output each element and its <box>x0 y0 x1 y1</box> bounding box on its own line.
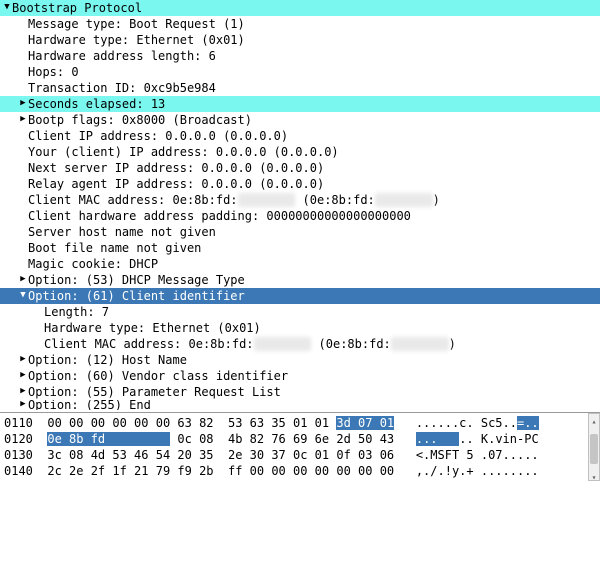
scroll-thumb[interactable] <box>590 434 598 464</box>
tree-label: Next server IP address: 0.0.0.0 (0.0.0.0… <box>28 160 324 176</box>
hex-bytes: 0c 08 4b 82 76 69 6e 2d 50 43 <box>170 432 394 446</box>
caret-right-icon: ▶ <box>18 367 28 383</box>
caret-right-icon: ▶ <box>18 400 28 410</box>
caret-right-icon: ▶ <box>18 351 28 367</box>
caret-right-icon: ▶ <box>18 383 28 399</box>
hex-offset: 0130 <box>4 448 33 462</box>
caret-right-icon: ▶ <box>18 95 28 111</box>
hex-offset: 0120 <box>4 432 33 446</box>
hex-bytes-selected: 0e 8b fd <box>47 432 170 446</box>
hex-scrollbar[interactable]: ▴ ▾ <box>588 413 600 481</box>
hex-offset: 0110 <box>4 416 33 430</box>
tree-label: Option: (255) End <box>28 400 151 410</box>
tree-item-server-host-name[interactable]: Server host name not given <box>0 224 600 240</box>
packet-detail-tree[interactable]: ▼Bootstrap Protocol Message type: Boot R… <box>0 0 600 410</box>
tree-item-option-55[interactable]: ▶Option: (55) Parameter Request List <box>0 384 600 400</box>
tree-item-option-61-length[interactable]: Length: 7 <box>0 304 600 320</box>
hex-bytes: 3c 08 4d 53 46 54 20 35 2e 30 37 0c 01 0… <box>47 448 394 462</box>
hex-ascii-selected: ... <box>416 432 459 446</box>
tree-item-seconds-elapsed[interactable]: ▶Seconds elapsed: 13 <box>0 96 600 112</box>
tree-label: Length: 7 <box>44 304 109 320</box>
tree-label: Bootstrap Protocol <box>12 0 142 16</box>
tree-item-client-ip[interactable]: Client IP address: 0.0.0.0 (0.0.0.0) <box>0 128 600 144</box>
tree-item-option-61-hw-type[interactable]: Hardware type: Ethernet (0x01) <box>0 320 600 336</box>
tree-item-option-53[interactable]: ▶Option: (53) DHCP Message Type <box>0 272 600 288</box>
tree-item-hops[interactable]: Hops: 0 <box>0 64 600 80</box>
tree-label: Client IP address: 0.0.0.0 (0.0.0.0) <box>28 128 288 144</box>
tree-label: Bootp flags: 0x8000 (Broadcast) <box>28 112 252 128</box>
tree-item-transaction-id[interactable]: Transaction ID: 0xc9b5e984 <box>0 80 600 96</box>
tree-label: Transaction ID: 0xc9b5e984 <box>28 80 216 96</box>
hex-bytes: 00 00 00 00 00 00 63 82 53 63 35 01 01 <box>47 416 336 430</box>
tree-label: Option: (53) DHCP Message Type <box>28 272 245 288</box>
caret-down-icon: ▼ <box>2 0 12 15</box>
tree-item-option-61-client-mac[interactable]: Client MAC address: 0e:8b:fd:xx:xx:xx (0… <box>0 336 600 352</box>
tree-item-client-hw-padding[interactable]: Client hardware address padding: 0000000… <box>0 208 600 224</box>
caret-down-icon: ▼ <box>18 287 28 303</box>
tree-label: Hardware address length: 6 <box>28 48 216 64</box>
tree-label: Server host name not given <box>28 224 216 240</box>
tree-label: Option: (61) Client identifier <box>28 288 245 304</box>
tree-item-boot-file-name[interactable]: Boot file name not given <box>0 240 600 256</box>
tree-label: Seconds elapsed: 13 <box>28 96 165 112</box>
tree-label: Hardware type: Ethernet (0x01) <box>44 320 261 336</box>
tree-item-client-mac[interactable]: Client MAC address: 0e:8b:fd:xx:xx:xx (0… <box>0 192 600 208</box>
caret-right-icon: ▶ <box>18 271 28 287</box>
hex-ascii-selected: =.. <box>517 416 539 430</box>
hex-ascii: .. K.vin-PC <box>459 431 538 447</box>
tree-item-your-ip[interactable]: Your (client) IP address: 0.0.0.0 (0.0.0… <box>0 144 600 160</box>
tree-item-next-server-ip[interactable]: Next server IP address: 0.0.0.0 (0.0.0.0… <box>0 160 600 176</box>
tree-label: Option: (60) Vendor class identifier <box>28 368 288 384</box>
tree-item-message-type[interactable]: Message type: Boot Request (1) <box>0 16 600 32</box>
tree-item-relay-ip[interactable]: Relay agent IP address: 0.0.0.0 (0.0.0.0… <box>0 176 600 192</box>
tree-label: Relay agent IP address: 0.0.0.0 (0.0.0.0… <box>28 176 324 192</box>
tree-label: Option: (12) Host Name <box>28 352 187 368</box>
hex-offset: 0140 <box>4 464 33 478</box>
scroll-down-icon[interactable]: ▾ <box>589 470 599 480</box>
hex-ascii: ,./.!y.+ ........ <box>416 463 539 479</box>
tree-label: Message type: Boot Request (1) <box>28 16 245 32</box>
tree-item-option-255[interactable]: ▶Option: (255) End <box>0 400 600 410</box>
tree-item-bootp-flags[interactable]: ▶Bootp flags: 0x8000 (Broadcast) <box>0 112 600 128</box>
tree-label: Client MAC address: 0e:8b:fd:xx:xx:xx (0… <box>28 192 440 208</box>
tree-root-bootstrap-protocol[interactable]: ▼Bootstrap Protocol <box>0 0 600 16</box>
tree-item-option-60[interactable]: ▶Option: (60) Vendor class identifier <box>0 368 600 384</box>
hex-dump-pane[interactable]: 0110 00 00 00 00 00 00 63 82 53 63 35 01… <box>0 413 600 481</box>
hex-row[interactable]: 0110 00 00 00 00 00 00 63 82 53 63 35 01… <box>4 415 596 431</box>
hex-ascii: <.MSFT 5 .07..... <box>416 447 539 463</box>
tree-label: Client MAC address: 0e:8b:fd:xx:xx:xx (0… <box>44 336 456 352</box>
tree-label: Your (client) IP address: 0.0.0.0 (0.0.0… <box>28 144 339 160</box>
hex-row[interactable]: 0120 0e 8b fd 0c 08 4b 82 76 69 6e 2d 50… <box>4 431 596 447</box>
caret-right-icon: ▶ <box>18 111 28 127</box>
scroll-up-icon[interactable]: ▴ <box>589 414 599 424</box>
tree-label: Hops: 0 <box>28 64 79 80</box>
tree-label: Boot file name not given <box>28 240 201 256</box>
tree-label: Option: (55) Parameter Request List <box>28 384 281 400</box>
tree-item-hardware-type[interactable]: Hardware type: Ethernet (0x01) <box>0 32 600 48</box>
hex-ascii: ......c. Sc5.. <box>416 415 517 431</box>
tree-label: Magic cookie: DHCP <box>28 256 158 272</box>
hex-row[interactable]: 0130 3c 08 4d 53 46 54 20 35 2e 30 37 0c… <box>4 447 596 463</box>
hex-row[interactable]: 0140 2c 2e 2f 1f 21 79 f9 2b ff 00 00 00… <box>4 463 596 479</box>
tree-label: Client hardware address padding: 0000000… <box>28 208 411 224</box>
tree-item-option-61[interactable]: ▼Option: (61) Client identifier <box>0 288 600 304</box>
tree-item-option-12[interactable]: ▶Option: (12) Host Name <box>0 352 600 368</box>
tree-item-magic-cookie[interactable]: Magic cookie: DHCP <box>0 256 600 272</box>
tree-item-hardware-address-length[interactable]: Hardware address length: 6 <box>0 48 600 64</box>
hex-bytes: 2c 2e 2f 1f 21 79 f9 2b ff 00 00 00 00 0… <box>47 464 394 478</box>
tree-label: Hardware type: Ethernet (0x01) <box>28 32 245 48</box>
hex-bytes-selected: 3d 07 01 <box>336 416 394 430</box>
